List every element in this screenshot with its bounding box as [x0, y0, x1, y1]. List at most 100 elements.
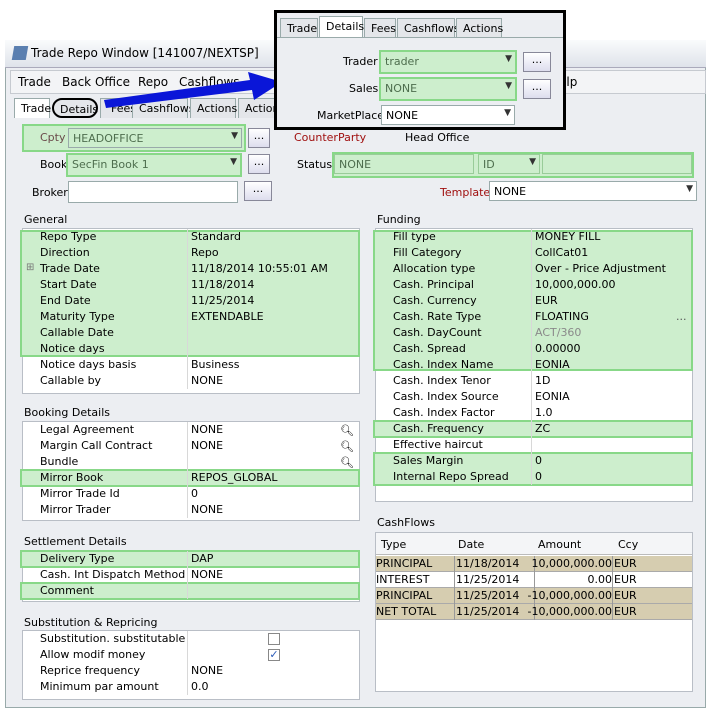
table-row[interactable]: PRINCIPAL 11/18/2014 10,000,000.00 EUR	[376, 556, 692, 572]
list-item[interactable]: Allocation type Over - Price Adjustment	[377, 261, 691, 277]
list-item[interactable]: Fill Category CollCat01	[377, 245, 691, 261]
popup-tab-fees[interactable]: Fees	[364, 18, 396, 38]
row-divider	[187, 422, 188, 438]
col-date[interactable]: Date	[458, 538, 484, 551]
list-item[interactable]: Allow modif money	[24, 647, 358, 663]
expand-icon[interactable]: ⊞	[26, 262, 34, 273]
list-item[interactable]: Notice days basis Business	[24, 357, 358, 373]
row-label: Notice days	[40, 342, 105, 355]
row-divider	[531, 341, 532, 357]
list-item[interactable]: Cash. Rate Type FLOATING	[377, 309, 691, 325]
list-item[interactable]: Fill type MONEY FILL	[377, 229, 691, 245]
table-row[interactable]: NET TOTAL 11/25/2014 -10,000,000.00 EUR	[376, 604, 692, 620]
list-item[interactable]: Trade Date 11/18/2014 10:55:01 AM	[24, 261, 358, 277]
list-item[interactable]: Effective haircut	[377, 437, 691, 453]
list-item[interactable]: Callable by NONE	[24, 373, 358, 389]
table-row[interactable]: INTEREST 11/25/2014 0.00 EUR	[376, 572, 692, 588]
popup-tab-details[interactable]: Details	[319, 16, 364, 38]
tab-trade[interactable]: Trade	[14, 98, 51, 118]
list-item[interactable]: Internal Repo Spread 0	[377, 469, 691, 485]
status-id-select[interactable]: ID ▼	[478, 154, 540, 174]
list-item[interactable]: End Date 11/25/2014	[24, 293, 358, 309]
rate-type-more-button[interactable]: ...	[676, 310, 687, 323]
row-label: Cash. Index Name	[393, 358, 494, 371]
list-item[interactable]: Start Date 11/18/2014	[24, 277, 358, 293]
cell-divider	[534, 572, 535, 588]
list-item[interactable]: Margin Call Contract NONE	[24, 438, 358, 454]
trader-select[interactable]: trader ▼	[379, 50, 517, 74]
list-item[interactable]: Minimum par amount 0.0	[24, 679, 358, 695]
list-item[interactable]: Maturity Type EXTENDABLE	[24, 309, 358, 325]
sales-ellipsis-button[interactable]: ...	[523, 79, 551, 99]
cell-divider	[454, 588, 455, 604]
row-divider	[187, 373, 188, 389]
zoom-icon[interactable]: 🔍︎	[340, 456, 354, 469]
status-id-field[interactable]	[542, 154, 692, 174]
row-value: MONEY FILL	[535, 230, 601, 243]
list-item[interactable]: Cash. Index Tenor 1D	[377, 373, 691, 389]
cell-divider	[454, 604, 455, 620]
menu-trade[interactable]: Trade	[18, 75, 51, 89]
row-divider	[187, 261, 188, 277]
list-item[interactable]: Comment	[24, 583, 358, 599]
popup-tab-trade[interactable]: Trade	[280, 18, 318, 38]
cell-divider	[612, 572, 613, 588]
allow-modif-checkbox[interactable]: ✓	[268, 649, 280, 661]
row-label: Callable Date	[40, 326, 114, 339]
list-item[interactable]: Cash. Currency EUR	[377, 293, 691, 309]
trader-ellipsis-button[interactable]: ...	[523, 52, 551, 72]
template-select[interactable]: NONE ▼	[489, 181, 697, 201]
popup-tab-cashflows[interactable]: Cashflows	[397, 18, 460, 38]
general-title: General	[24, 213, 68, 226]
row-label: Cash. Index Factor	[393, 406, 495, 419]
list-item[interactable]: Cash. Principal 10,000,000.00	[377, 277, 691, 293]
list-item[interactable]: Repo Type Standard	[24, 229, 358, 245]
tab-details[interactable]: Details	[52, 98, 98, 118]
status-field[interactable]: NONE	[334, 154, 474, 174]
book-ellipsis-button[interactable]: ...	[248, 154, 270, 174]
list-item[interactable]: Cash. Frequency ZC	[377, 421, 691, 437]
list-item[interactable]: Bundle	[24, 454, 358, 470]
row-divider	[531, 453, 532, 469]
table-cell: INTEREST	[376, 573, 430, 586]
list-item[interactable]: Cash. Index Name EONIA	[377, 357, 691, 373]
book-select[interactable]: SecFin Book 1 ▼	[66, 153, 242, 177]
list-item[interactable]: Mirror Trade Id 0	[24, 486, 358, 502]
list-item[interactable]: Direction Repo	[24, 245, 358, 261]
list-item[interactable]: Sales Margin 0	[377, 453, 691, 469]
list-item[interactable]: Reprice frequency NONE	[24, 663, 358, 679]
zoom-icon[interactable]: 🔍︎	[340, 440, 354, 453]
row-value: ACT/360	[535, 326, 582, 339]
marketplace-select[interactable]: NONE ▼	[381, 105, 515, 125]
list-item[interactable]: Cash. DayCount ACT/360	[377, 325, 691, 341]
broker-ellipsis-button[interactable]: ...	[244, 181, 272, 201]
list-item[interactable]: Callable Date	[24, 325, 358, 341]
cell-divider	[612, 556, 613, 572]
row-label: Sales Margin	[393, 454, 464, 467]
list-item[interactable]: Cash. Spread 0.00000	[377, 341, 691, 357]
list-item[interactable]: Substitution. substitutable	[24, 631, 358, 647]
popup-tab-actions[interactable]: Actions	[456, 18, 503, 38]
list-item[interactable]: Legal Agreement NONE	[24, 422, 358, 438]
table-row[interactable]: PRINCIPAL 11/25/2014 -10,000,000.00 EUR	[376, 588, 692, 604]
list-item[interactable]: Delivery Type DAP	[24, 551, 358, 567]
cpty-select[interactable]: HEADOFFICE ▼	[68, 128, 242, 148]
substitutable-checkbox[interactable]	[268, 633, 280, 645]
row-divider	[187, 647, 188, 663]
row-label: Maturity Type	[40, 310, 115, 323]
list-item[interactable]: Cash. Int Dispatch Method NONE	[24, 567, 358, 583]
col-ccy[interactable]: Ccy	[618, 538, 638, 551]
zoom-icon[interactable]: 🔍︎	[340, 424, 354, 437]
list-item[interactable]: Cash. Index Source EONIA	[377, 389, 691, 405]
list-item[interactable]: Cash. Index Factor 1.0	[377, 405, 691, 421]
chevron-down-icon: ▼	[230, 157, 237, 167]
list-item[interactable]: Notice days	[24, 341, 358, 357]
list-item[interactable]: Mirror Trader NONE	[24, 502, 358, 518]
col-amount[interactable]: Amount	[538, 538, 581, 551]
list-item[interactable]: Mirror Book REPOS_GLOBAL	[24, 470, 358, 486]
broker-field[interactable]	[68, 181, 238, 203]
col-type[interactable]: Type	[381, 538, 406, 551]
row-value: NONE	[191, 374, 224, 387]
sales-select[interactable]: NONE ▼	[379, 77, 517, 101]
cpty-ellipsis-button[interactable]: ...	[248, 128, 270, 148]
